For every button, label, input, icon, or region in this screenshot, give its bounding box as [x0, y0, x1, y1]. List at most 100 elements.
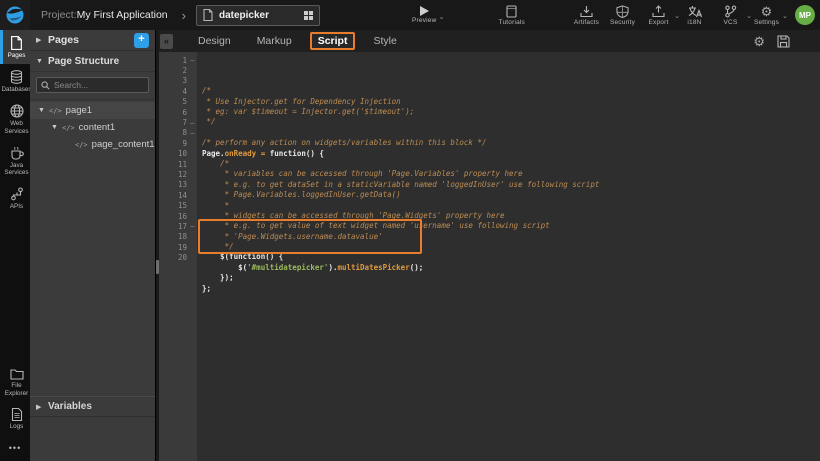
tab-script[interactable]: Script	[310, 32, 356, 50]
line-number[interactable]: 2	[159, 65, 197, 75]
preview-button[interactable]: Preview ⌄	[412, 6, 437, 24]
code-line[interactable]: * e.g. to get dataSet in a staticVariabl…	[202, 180, 820, 190]
save-icon[interactable]	[777, 35, 790, 48]
code-line[interactable]: */	[202, 242, 820, 252]
line-number[interactable]: 12	[159, 169, 197, 179]
tab-style[interactable]: Style	[360, 32, 409, 50]
search-box[interactable]	[36, 77, 149, 93]
line-number[interactable]: 18	[159, 232, 197, 242]
chevron-down-icon[interactable]: ⌄	[782, 12, 788, 20]
tree-item-page-content1[interactable]: </> page_content1	[30, 136, 155, 153]
fold-marker-icon[interactable]: –	[188, 222, 197, 230]
page-tab-datepicker[interactable]: datepicker	[196, 5, 320, 26]
code-line[interactable]: * Use Injector.get for Dependency Inject…	[202, 97, 820, 107]
chevron-down-icon[interactable]: ⌄	[746, 12, 752, 20]
vcs-button[interactable]: VCS ⌄	[717, 5, 744, 26]
code-line[interactable]: * eg: var $timeout = Injector.get('$time…	[202, 107, 820, 117]
code-line[interactable]: * variables can be accessed through 'Pag…	[202, 169, 820, 179]
sidebar-item-pages[interactable]: Pages	[0, 30, 30, 64]
tab-markup[interactable]: Markup	[244, 32, 305, 50]
code-line[interactable]: * Page.Variables.loggedInUser.getData()	[202, 190, 820, 200]
i18n-button[interactable]: i18N	[681, 5, 708, 26]
script-settings-gear-icon[interactable]: ⚙	[753, 35, 765, 48]
code-line[interactable]: /*	[202, 86, 820, 96]
code-lines[interactable]: /* * Use Injector.get for Dependency Inj…	[197, 52, 820, 461]
code-token: onReady	[225, 149, 257, 158]
artifacts-button[interactable]: Artifacts	[573, 5, 600, 26]
fold-marker-icon[interactable]: –	[188, 56, 197, 64]
user-avatar[interactable]: MP	[795, 5, 815, 25]
line-number[interactable]: 9	[159, 138, 197, 148]
line-number[interactable]: 5	[159, 97, 197, 107]
export-button[interactable]: Export ⌄	[645, 5, 672, 26]
tutorials-button[interactable]: Tutorials	[499, 5, 525, 26]
code-editor[interactable]: 1–234567–8–91011121314151617–181920 /* *…	[159, 52, 820, 461]
triangle-down-icon[interactable]: ▼	[51, 124, 58, 131]
code-line[interactable]: $(function() {	[202, 252, 820, 262]
code-token: function() {	[265, 149, 324, 158]
sidebar-item-logs[interactable]: Logs	[0, 402, 30, 435]
chevron-down-icon[interactable]: ⌄	[674, 12, 680, 20]
line-number[interactable]: 1–	[159, 55, 197, 65]
line-number[interactable]: 6	[159, 107, 197, 117]
code-token: ();	[410, 263, 424, 272]
code-line[interactable]: $('#multidatepicker').multiDatesPicker()…	[202, 263, 820, 273]
settings-button[interactable]: ⚙ Settings ⌄	[753, 5, 780, 26]
code-token: };	[202, 284, 211, 293]
topbar-actions: Artifacts Security Export ⌄ i18N	[573, 5, 820, 26]
code-tag-icon: </>	[75, 141, 88, 149]
more-options-button[interactable]: •••	[0, 435, 30, 461]
code-line[interactable]: */	[202, 117, 820, 127]
page-structure-header[interactable]: ▼ Page Structure	[30, 51, 155, 72]
code-line[interactable]: };	[202, 284, 820, 294]
sidebar-item-apis[interactable]: APIs	[0, 181, 30, 215]
tree-item-content1[interactable]: ▼ </> content1	[30, 119, 155, 136]
triangle-down-icon[interactable]: ▼	[38, 107, 45, 114]
code-line[interactable]: Page.onReady = function() {	[202, 149, 820, 159]
line-number[interactable]: 13	[159, 180, 197, 190]
variables-section-header[interactable]: ▶ Variables	[30, 396, 155, 417]
line-number[interactable]: 11	[159, 159, 197, 169]
code-line[interactable]: *	[202, 201, 820, 211]
line-number[interactable]: 8–	[159, 128, 197, 138]
code-line[interactable]: });	[202, 273, 820, 283]
line-number[interactable]: 14	[159, 190, 197, 200]
page-structure-label: Page Structure	[48, 56, 119, 67]
line-number[interactable]: 19	[159, 242, 197, 252]
code-tag-icon: </>	[49, 107, 62, 115]
pages-panel-header[interactable]: ▶ Pages +	[30, 30, 155, 51]
code-line[interactable]: * widgets can be accessed through 'Page.…	[202, 211, 820, 221]
database-icon	[10, 70, 23, 84]
topbar: Project:My First Application › datepicke…	[0, 0, 820, 30]
chevron-down-icon[interactable]: ⌄	[439, 13, 445, 21]
fold-marker-icon[interactable]: –	[188, 119, 197, 127]
code-line[interactable]: /* perform any action on widgets/variabl…	[202, 138, 820, 148]
code-token: * e.g. to get value of text widget named…	[202, 221, 550, 230]
line-number[interactable]: 15	[159, 200, 197, 210]
code-line[interactable]: * 'Page.Widgets.username.datavalue'	[202, 232, 820, 242]
fold-marker-icon[interactable]: –	[188, 129, 197, 137]
collapse-panel-button[interactable]: «	[160, 34, 173, 49]
grid-icon[interactable]	[304, 11, 313, 20]
security-button[interactable]: Security	[609, 5, 636, 26]
line-number[interactable]: 7–	[159, 117, 197, 127]
search-input[interactable]	[54, 80, 144, 90]
code-line[interactable]	[202, 128, 820, 138]
code-line[interactable]: * e.g. to get value of text widget named…	[202, 221, 820, 231]
line-number[interactable]: 20	[159, 252, 197, 262]
sidebar-item-web-services[interactable]: Web Services	[0, 98, 30, 139]
tree-item-page1[interactable]: ▼ </> page1	[30, 102, 155, 119]
add-page-button[interactable]: +	[134, 33, 149, 48]
tab-design[interactable]: Design	[185, 32, 244, 50]
sidebar-item-databases[interactable]: Databases	[0, 64, 30, 98]
line-number[interactable]: 4	[159, 86, 197, 96]
line-number[interactable]: 17–	[159, 221, 197, 231]
sidebar-item-file-explorer[interactable]: File Explorer	[0, 362, 30, 401]
sidebar-item-java-services[interactable]: Java Services	[0, 140, 30, 181]
gutter: 1–234567–8–91011121314151617–181920	[159, 52, 197, 461]
line-number[interactable]: 10	[159, 149, 197, 159]
wavemaker-logo[interactable]	[0, 0, 30, 30]
line-number[interactable]: 16	[159, 211, 197, 221]
code-line[interactable]: /*	[202, 159, 820, 169]
line-number[interactable]: 3	[159, 76, 197, 86]
